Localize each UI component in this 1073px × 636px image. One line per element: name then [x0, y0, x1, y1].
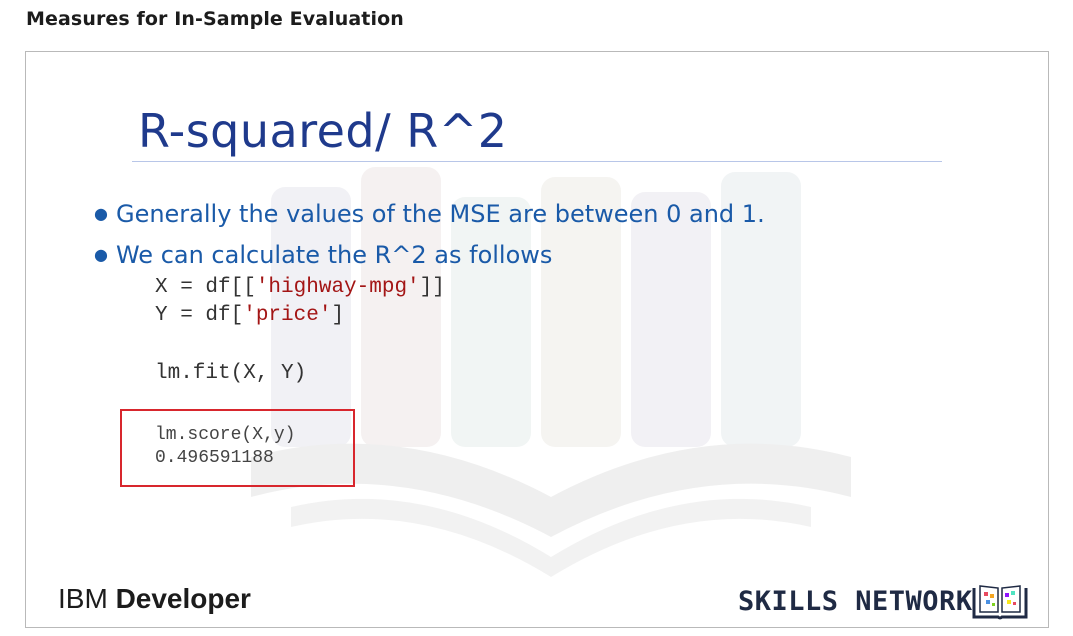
bullet-item: ● We can calculate the R^2 as follows [94, 241, 552, 269]
skills-network-label: SKILLS NETWORK [738, 586, 973, 617]
slide-heading: R-squared/ R^2 [138, 104, 508, 158]
score-value: 0.496591188 [155, 448, 274, 468]
bullet-item: ● Generally the values of the MSE are bet… [94, 200, 765, 228]
slide: R-squared/ R^2 ● Generally the values of … [25, 51, 1049, 628]
code-line-x: X = df[['highway-mpg']] [155, 276, 445, 299]
bullet-icon: ● [94, 245, 108, 264]
ibm-developer-logo: IBM Developer [58, 583, 251, 614]
bullet-text: Generally the values of the MSE are betw… [115, 200, 765, 228]
heading-divider [132, 161, 942, 162]
bullet-icon: ● [94, 204, 108, 223]
book-watermark-icon [251, 167, 851, 577]
skills-network-book-icon [972, 585, 1028, 620]
page-title: Measures for In-Sample Evaluation [26, 8, 404, 30]
bullet-text: We can calculate the R^2 as follows [115, 241, 553, 269]
code-line-fit: lm.fit(X, Y) [155, 362, 307, 385]
code-line-y: Y = df['price'] [155, 304, 345, 327]
score-call: lm.score(X,y) [155, 425, 296, 445]
